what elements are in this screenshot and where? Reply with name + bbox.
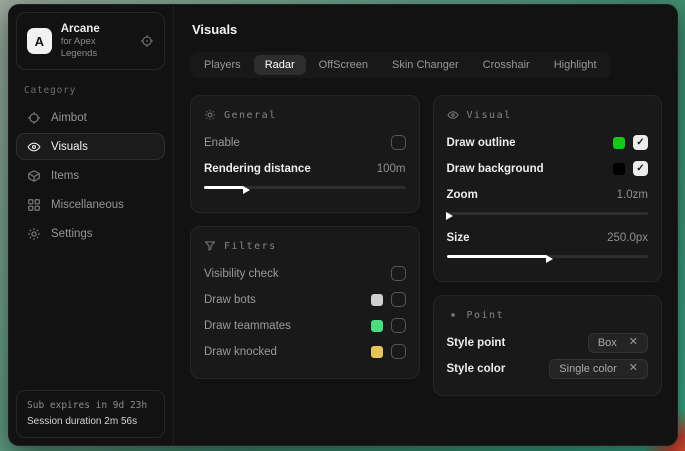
sidebar-item-settings[interactable]: Settings: [16, 220, 165, 247]
session-info-card: Sub expires in 9d 23h Session duration 2…: [16, 390, 165, 438]
tab-crosshair[interactable]: Crosshair: [472, 55, 541, 75]
point-panel: Point Style point Box ✕ Style color: [433, 295, 663, 396]
style-point-select[interactable]: Box ✕: [588, 333, 648, 353]
visibility-check-checkbox[interactable]: [391, 266, 406, 281]
panel-title: General: [224, 110, 277, 121]
target-icon[interactable]: [140, 34, 154, 48]
rendering-distance-label: Rendering distance: [204, 163, 311, 175]
sidebar-item-label: Settings: [51, 228, 93, 240]
sidebar-item-label: Items: [51, 170, 79, 182]
size-value: 250.0px: [607, 232, 648, 244]
session-duration: Session duration 2m 56s: [27, 414, 154, 430]
zoom-value: 1.0zm: [617, 189, 648, 201]
desktop-background: A Arcane for Apex Legends Category Aimbo…: [0, 0, 685, 451]
close-icon[interactable]: ✕: [629, 363, 638, 374]
check-icon: ✓: [636, 163, 644, 174]
filter-row-draw-teammates: Draw teammates: [204, 314, 406, 337]
sidebar-item-aimbot[interactable]: Aimbot: [16, 104, 165, 131]
visual-panel: Visual Draw outline ✓ Draw background: [433, 95, 663, 282]
eye-icon: [447, 109, 459, 121]
tab-skin-changer[interactable]: Skin Changer: [381, 55, 470, 75]
eye-icon: [27, 140, 41, 154]
draw-outline-color-swatch[interactable]: [613, 137, 625, 149]
panel-title: Filters: [224, 241, 277, 252]
visual-row-size: Size 250.0px: [447, 226, 649, 249]
sidebar: A Arcane for Apex Legends Category Aimbo…: [8, 4, 174, 446]
style-color-select[interactable]: Single color ✕: [549, 359, 648, 379]
app-name: Arcane: [61, 22, 131, 36]
selected-value: Single color: [559, 363, 616, 375]
dot-icon: [447, 309, 459, 321]
sun-icon: [204, 109, 216, 121]
draw-bots-color-swatch[interactable]: [371, 294, 383, 306]
sidebar-item-items[interactable]: Items: [16, 162, 165, 189]
draw-knocked-checkbox[interactable]: [391, 344, 406, 359]
general-panel: General Enable Rendering distance 100m: [190, 95, 420, 213]
draw-teammates-checkbox[interactable]: [391, 318, 406, 333]
size-slider[interactable]: [447, 252, 649, 261]
main-content: Visuals Players Radar OffScreen Skin Cha…: [174, 4, 678, 446]
rendering-distance-slider[interactable]: [204, 183, 406, 192]
grid-icon: [27, 198, 41, 212]
draw-outline-checkbox[interactable]: ✓: [633, 135, 648, 150]
check-icon: ✓: [636, 137, 644, 148]
app-window: A Arcane for Apex Legends Category Aimbo…: [8, 4, 678, 446]
slider-thumb[interactable]: [446, 212, 453, 220]
selected-value: Box: [598, 337, 617, 349]
draw-bots-checkbox[interactable]: [391, 292, 406, 307]
funnel-icon: [204, 240, 216, 252]
filter-row-draw-bots: Draw bots: [204, 288, 406, 311]
subscription-expiry: Sub expires in 9d 23h: [27, 399, 154, 414]
crosshair-icon: [27, 111, 41, 125]
filter-row-visibility-check: Visibility check: [204, 262, 406, 285]
panel-title: Point: [467, 310, 505, 321]
draw-knocked-color-swatch[interactable]: [371, 346, 383, 358]
tab-highlight[interactable]: Highlight: [543, 55, 608, 75]
page-title: Visuals: [192, 22, 660, 37]
gear-icon: [27, 227, 41, 241]
filters-panel: Filters Visibility check Draw bots: [190, 226, 420, 379]
sidebar-item-label: Visuals: [51, 141, 88, 153]
close-icon[interactable]: ✕: [629, 337, 638, 348]
tab-bar: Players Radar OffScreen Skin Changer Cro…: [190, 52, 611, 78]
enable-checkbox[interactable]: [391, 135, 406, 150]
enable-label: Enable: [204, 137, 240, 149]
category-label: Category: [24, 85, 157, 96]
sidebar-item-label: Miscellaneous: [51, 199, 124, 211]
tab-players[interactable]: Players: [193, 55, 252, 75]
filter-row-draw-knocked: Draw knocked: [204, 340, 406, 363]
slider-thumb[interactable]: [243, 186, 250, 194]
app-subtitle: for Apex Legends: [61, 36, 131, 60]
point-row-style-color: Style color Single color ✕: [447, 357, 649, 380]
draw-background-checkbox[interactable]: ✓: [633, 161, 648, 176]
panel-title: Visual: [467, 110, 512, 121]
rendering-distance-value: 100m: [377, 163, 406, 175]
sidebar-item-visuals[interactable]: Visuals: [16, 133, 165, 160]
app-header-card: A Arcane for Apex Legends: [16, 12, 165, 70]
visual-row-zoom: Zoom 1.0zm: [447, 183, 649, 206]
package-icon: [27, 169, 41, 183]
visual-row-draw-background: Draw background ✓: [447, 157, 649, 180]
draw-teammates-color-swatch[interactable]: [371, 320, 383, 332]
sidebar-item-label: Aimbot: [51, 112, 87, 124]
draw-background-color-swatch[interactable]: [613, 163, 625, 175]
tab-offscreen[interactable]: OffScreen: [308, 55, 379, 75]
tab-radar[interactable]: Radar: [254, 55, 306, 75]
point-row-style-point: Style point Box ✕: [447, 331, 649, 354]
slider-thumb[interactable]: [546, 255, 553, 263]
app-logo: A: [27, 28, 52, 54]
sidebar-item-miscellaneous[interactable]: Miscellaneous: [16, 191, 165, 218]
visual-row-draw-outline: Draw outline ✓: [447, 131, 649, 154]
zoom-slider[interactable]: [447, 209, 649, 218]
